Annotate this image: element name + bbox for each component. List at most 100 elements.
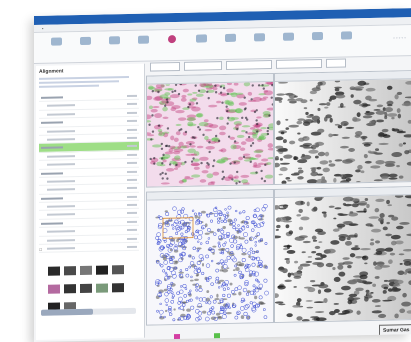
window-dots-icon: ◦◦◦◦◦ [393,35,407,42]
ribbon-button-label [332,42,360,43]
rect-icon [282,32,294,41]
legend [174,331,274,341]
ribbon-button-label [158,46,186,47]
toolbar-button-4[interactable] [326,58,346,68]
ribbon-button-label [100,47,128,48]
gel-image-bottom[interactable] [275,195,411,322]
tree-item[interactable] [39,242,139,254]
rect-icon [195,34,207,43]
tree-item-name [47,129,75,133]
tree-item-name [41,121,63,125]
gel-thumbnail[interactable] [80,283,92,294]
rect-icon [311,31,323,41]
tree-item-name [47,247,75,250]
tree-item-name [47,238,75,242]
panel-description [39,74,139,90]
tree-item-name [47,163,75,166]
tree-item-value [127,103,137,106]
tree-item-name [41,146,63,150]
gel-thumbnail[interactable] [48,266,60,276]
ribbon-button-label [42,48,70,49]
file-menu[interactable]: ▪ [42,26,43,31]
overlay-view[interactable] [147,81,273,187]
tree-item-value [127,120,137,123]
legend-swatch-a [174,333,180,341]
tree-item-name [47,104,75,108]
rect-icon [79,36,91,46]
tree-item-value [127,136,137,140]
panel-title: Alignment [39,68,64,75]
gel-tree [39,91,139,254]
tree-item-value [127,203,137,207]
tree-item-value [127,145,137,148]
spot-view[interactable] [147,197,273,325]
toolbar-button-3[interactable] [276,58,322,69]
ribbon-button-5[interactable] [187,32,215,57]
tree-item-value [127,187,137,190]
tree-item-name [47,112,75,116]
tree-item-value [127,178,137,181]
gel-thumbnail[interactable] [48,284,60,294]
tree-item-value [127,111,137,114]
action-button[interactable]: Sumar Gas [379,323,411,338]
slider-fill [41,308,94,316]
tree-item-value [127,195,137,198]
rect-icon [108,36,120,45]
gel-thumbnail[interactable] [96,265,108,275]
rect-icon [224,33,236,43]
ribbon-button-3[interactable] [129,33,157,58]
checkbox-option[interactable]: ☐ [39,248,42,252]
tree-item-value [127,212,137,215]
ribbon-button-label [274,43,302,44]
legend-swatch-b [214,333,220,340]
ribbon-button-label [245,44,273,45]
rect-icon [137,35,149,44]
gel-image-top[interactable] [275,79,411,184]
gel-thumbnail[interactable] [64,284,76,294]
toolbar-button-2[interactable] [226,60,272,70]
ribbon-button-6[interactable] [216,32,244,57]
ribbon-button-8[interactable] [274,30,302,55]
circle-icon [168,35,176,44]
ribbon-button-label [71,48,99,49]
gel-image-panel-top [274,70,411,185]
gel-thumbnail[interactable] [112,265,124,275]
gel-thumbnail[interactable] [112,283,124,293]
tree-item-value [127,245,137,249]
tree-item-value [127,94,137,98]
tree-item-name [47,188,75,192]
gel-thumbnail[interactable] [64,266,76,276]
ribbon-button-label [129,46,157,47]
alignment-panel: Alignment ☐ [36,63,145,340]
tree-item-name [41,96,63,99]
ribbon-button-1[interactable] [71,35,99,60]
ribbon-button-label [303,43,331,44]
toolbar-button-0[interactable] [150,61,180,72]
ribbon-button-2[interactable] [100,34,128,59]
gel-thumbnail[interactable] [80,265,92,276]
tree-item-name [47,154,75,158]
tree-item-name [41,171,63,175]
tree-item-value [127,153,137,156]
tree-item-value [127,161,137,165]
tree-item-value [127,128,137,131]
rect-icon [340,31,352,40]
tree-item-value [127,237,137,240]
ribbon-button-9[interactable] [303,30,331,55]
tree-item-name [41,222,63,225]
ribbon-button-0[interactable] [42,35,70,60]
ribbon-button-4[interactable] [158,33,186,58]
tree-item-name [47,230,75,233]
overlay-panel [146,72,274,188]
toolbar-button-1[interactable] [184,61,222,71]
tree-item-value [127,229,137,232]
gel-thumbnail[interactable] [96,283,108,293]
spot-detection-panel [146,188,274,326]
tree-item-name [41,197,63,200]
ribbon-button-7[interactable] [245,31,273,56]
gel-image-panel-bottom [274,186,411,323]
ribbon-button-label [187,45,215,46]
ribbon-button-10[interactable] [332,29,360,54]
application-window: ▪ ◦◦◦◦◦ Alignment ☐ Sumar Gas [34,8,411,342]
tree-item-value [127,220,137,223]
